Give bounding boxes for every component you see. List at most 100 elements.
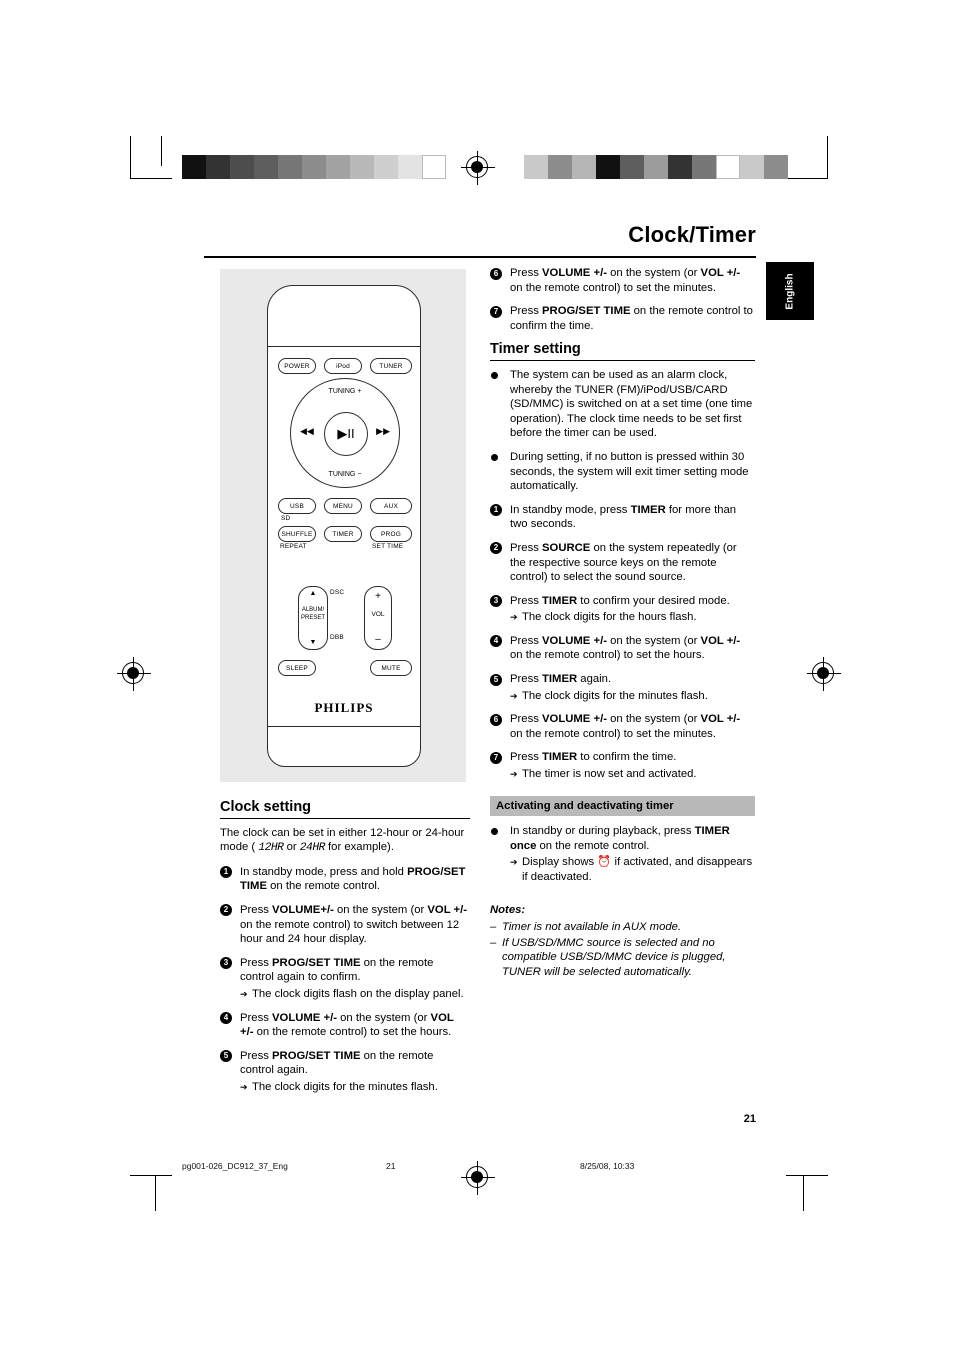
header-rule (204, 256, 756, 258)
timer-bullet: During setting, if no button is pressed … (490, 450, 755, 494)
remote-button-previous: ◀◀ (300, 426, 314, 436)
dash-marker: – (490, 936, 497, 949)
step-number: 1 (490, 504, 502, 517)
remote-button-album-down: ▼ (309, 639, 317, 646)
bullet-text: During setting, if no button is pressed … (510, 450, 749, 493)
step-text: Press VOLUME +/- on the system (or VOL +… (510, 634, 741, 662)
step-number: 4 (220, 1012, 232, 1025)
remote-button-timer: TIMER (324, 526, 362, 542)
arrow-icon: ➔ (240, 988, 248, 999)
language-tab-label: English (784, 273, 796, 310)
timer-setting-step: 7 Press TIMER to confirm the time. ➔ The ti… (490, 750, 755, 781)
remote-control-illustration: POWER iPod TUNER TUNING + TUNING − ◀◀ ▶▶… (220, 269, 466, 782)
timer-setting-step: 3 Press TIMER to confirm your desired mod… (490, 594, 755, 625)
step-number: 2 (490, 542, 502, 555)
section-title-clock-setting: Clock setting (220, 799, 312, 815)
right-column: 6 Press VOLUME +/- on the system (or VOL … (490, 266, 755, 981)
activating-result: ➔ Display shows ⏰ if activated, and disa… (510, 855, 753, 883)
arrow-icon: ➔ (510, 690, 518, 701)
step-text: Press VOLUME +/- on the system (or VOL +… (510, 713, 741, 740)
remote-button-play-pause: ▶II (324, 412, 368, 456)
remote-button-ipod: iPod (324, 358, 362, 374)
step-number: 1 (220, 866, 232, 879)
clock-setting-steps: 1 In standby mode, press and hold PROG/SE… (220, 865, 470, 1095)
manual-page: Clock/Timer English POWER iPod TUNER TUN… (0, 0, 954, 1351)
crop-mark-tl-v (130, 136, 131, 178)
arrow-icon: ➔ (510, 769, 518, 780)
clock-setting-cont-step: 7 Press PROG/SET TIME on the remote contr… (490, 304, 755, 333)
remote-label-sd: SD (281, 515, 291, 522)
crop-mark-bl-h (130, 1175, 172, 1176)
clock-setting-step: 2 Press VOLUME+/- on the system (or VOL +… (220, 903, 470, 947)
arrow-icon: ➔ (510, 612, 518, 623)
step-number: 4 (490, 635, 502, 648)
crop-mark-br-h (786, 1175, 828, 1176)
remote-navigation-wheel: TUNING + TUNING − ◀◀ ▶▶ ▶II (290, 378, 400, 488)
step-result: ➔ The clock digits for the hours flash. (510, 611, 697, 624)
step-number: 2 (220, 904, 232, 917)
step-number: 7 (490, 305, 502, 318)
step-text: Press PROG/SET TIME on the remote contro… (510, 305, 753, 332)
remote-button-album-preset: ▲ ALBUM/PRESET ▼ (298, 586, 328, 650)
remote-label-dsc: DSC (330, 589, 345, 596)
step-text: Press VOLUME +/- on the system (or VOL +… (510, 267, 741, 294)
remote-button-volume: + VOL – (364, 586, 392, 650)
timer-setting-step: 4 Press VOLUME +/- on the system (or VOL … (490, 634, 755, 663)
bullet-dot (491, 453, 498, 461)
left-column: Clock setting The clock can be set in ei… (220, 800, 470, 1104)
remote-button-album-up: ▲ (309, 590, 317, 597)
step-number: 6 (490, 267, 502, 280)
timer-bullet: The system can be used as an alarm clock… (490, 368, 755, 441)
remote-divider-top (268, 346, 420, 347)
registration-mark-bottom (461, 1161, 495, 1195)
remote-button-usb: USB (278, 498, 316, 514)
remote-label-tuning-up: TUNING + (328, 388, 362, 395)
timer-setting-bullets: The system can be used as an alarm clock… (490, 368, 755, 494)
display-sample-12hr: 12HR (258, 842, 284, 855)
step-text: Press SOURCE on the system repeatedly (o… (510, 541, 737, 584)
dash-marker: – (490, 921, 497, 934)
step-number: 3 (220, 957, 232, 970)
remote-button-mute: MUTE (370, 660, 412, 676)
footer-date: 8/25/08, 10:33 (580, 1161, 635, 1171)
remote-brand-logo: PHILIPS (314, 700, 374, 715)
step-text: Press TIMER again. (510, 673, 612, 686)
remote-button-tuner: TUNER (370, 358, 412, 374)
step-number: 7 (490, 751, 502, 764)
remote-divider-bottom (268, 726, 420, 727)
note-line: – If USB/SD/MMC source is selected and no… (490, 936, 726, 978)
step-text: Press TIMER to confirm your desired mode… (510, 594, 730, 607)
remote-button-prog: PROG (370, 526, 412, 542)
page-number: 21 (743, 1113, 756, 1125)
step-text: Press VOLUME+/- on the system (or VOL +/… (240, 903, 468, 946)
remote-label-volume: VOL (371, 611, 385, 618)
remote-label-repeat: REPEAT (280, 543, 307, 550)
notes-title: Notes: (490, 903, 526, 916)
crop-mark-bl-v (155, 1175, 156, 1211)
step-text: In standby mode, press TIMER for more th… (510, 503, 737, 531)
bullet-text: The system can be used as an alarm clock… (510, 368, 753, 440)
step-text: Press TIMER to confirm the time. (510, 751, 677, 764)
remote-button-sleep: SLEEP (278, 660, 316, 676)
clock-setting-step: 3 Press PROG/SET TIME on the remote contr… (220, 956, 470, 1002)
crop-mark-tr-h (786, 178, 828, 179)
remote-button-aux: AUX (370, 498, 412, 514)
step-result: ➔ The timer is now set and activated. (510, 768, 697, 781)
step-result: ➔ The clock digits for the minutes flash. (510, 689, 708, 702)
step-number: 5 (490, 673, 502, 686)
registration-mark-right (807, 657, 841, 691)
bullet-dot (491, 371, 498, 379)
timer-setting-steps: 1 In standby mode, press TIMER for more t… (490, 503, 755, 782)
step-text: Press VOLUME +/- on the system (or VOL +… (240, 1011, 454, 1039)
remote-label-tuning-down: TUNING − (328, 471, 362, 478)
timer-setting-step: 6 Press VOLUME +/- on the system (or VOL … (490, 712, 755, 741)
crop-mark-tr-v (827, 136, 828, 178)
remote-button-next: ▶▶ (376, 426, 390, 436)
section-title-timer-setting: Timer setting (490, 341, 581, 358)
clock-setting-cont-step: 6 Press VOLUME +/- on the system (or VOL … (490, 266, 755, 295)
step-number: 3 (490, 595, 502, 608)
clock-setting-intro: The clock can be set in either 12-hour o… (220, 826, 465, 855)
remote-button-shuffle: SHUFFLE (278, 526, 316, 542)
language-tab: English (766, 262, 814, 320)
footer-filename: pg001-026_DC912_37_Eng (182, 1161, 288, 1171)
